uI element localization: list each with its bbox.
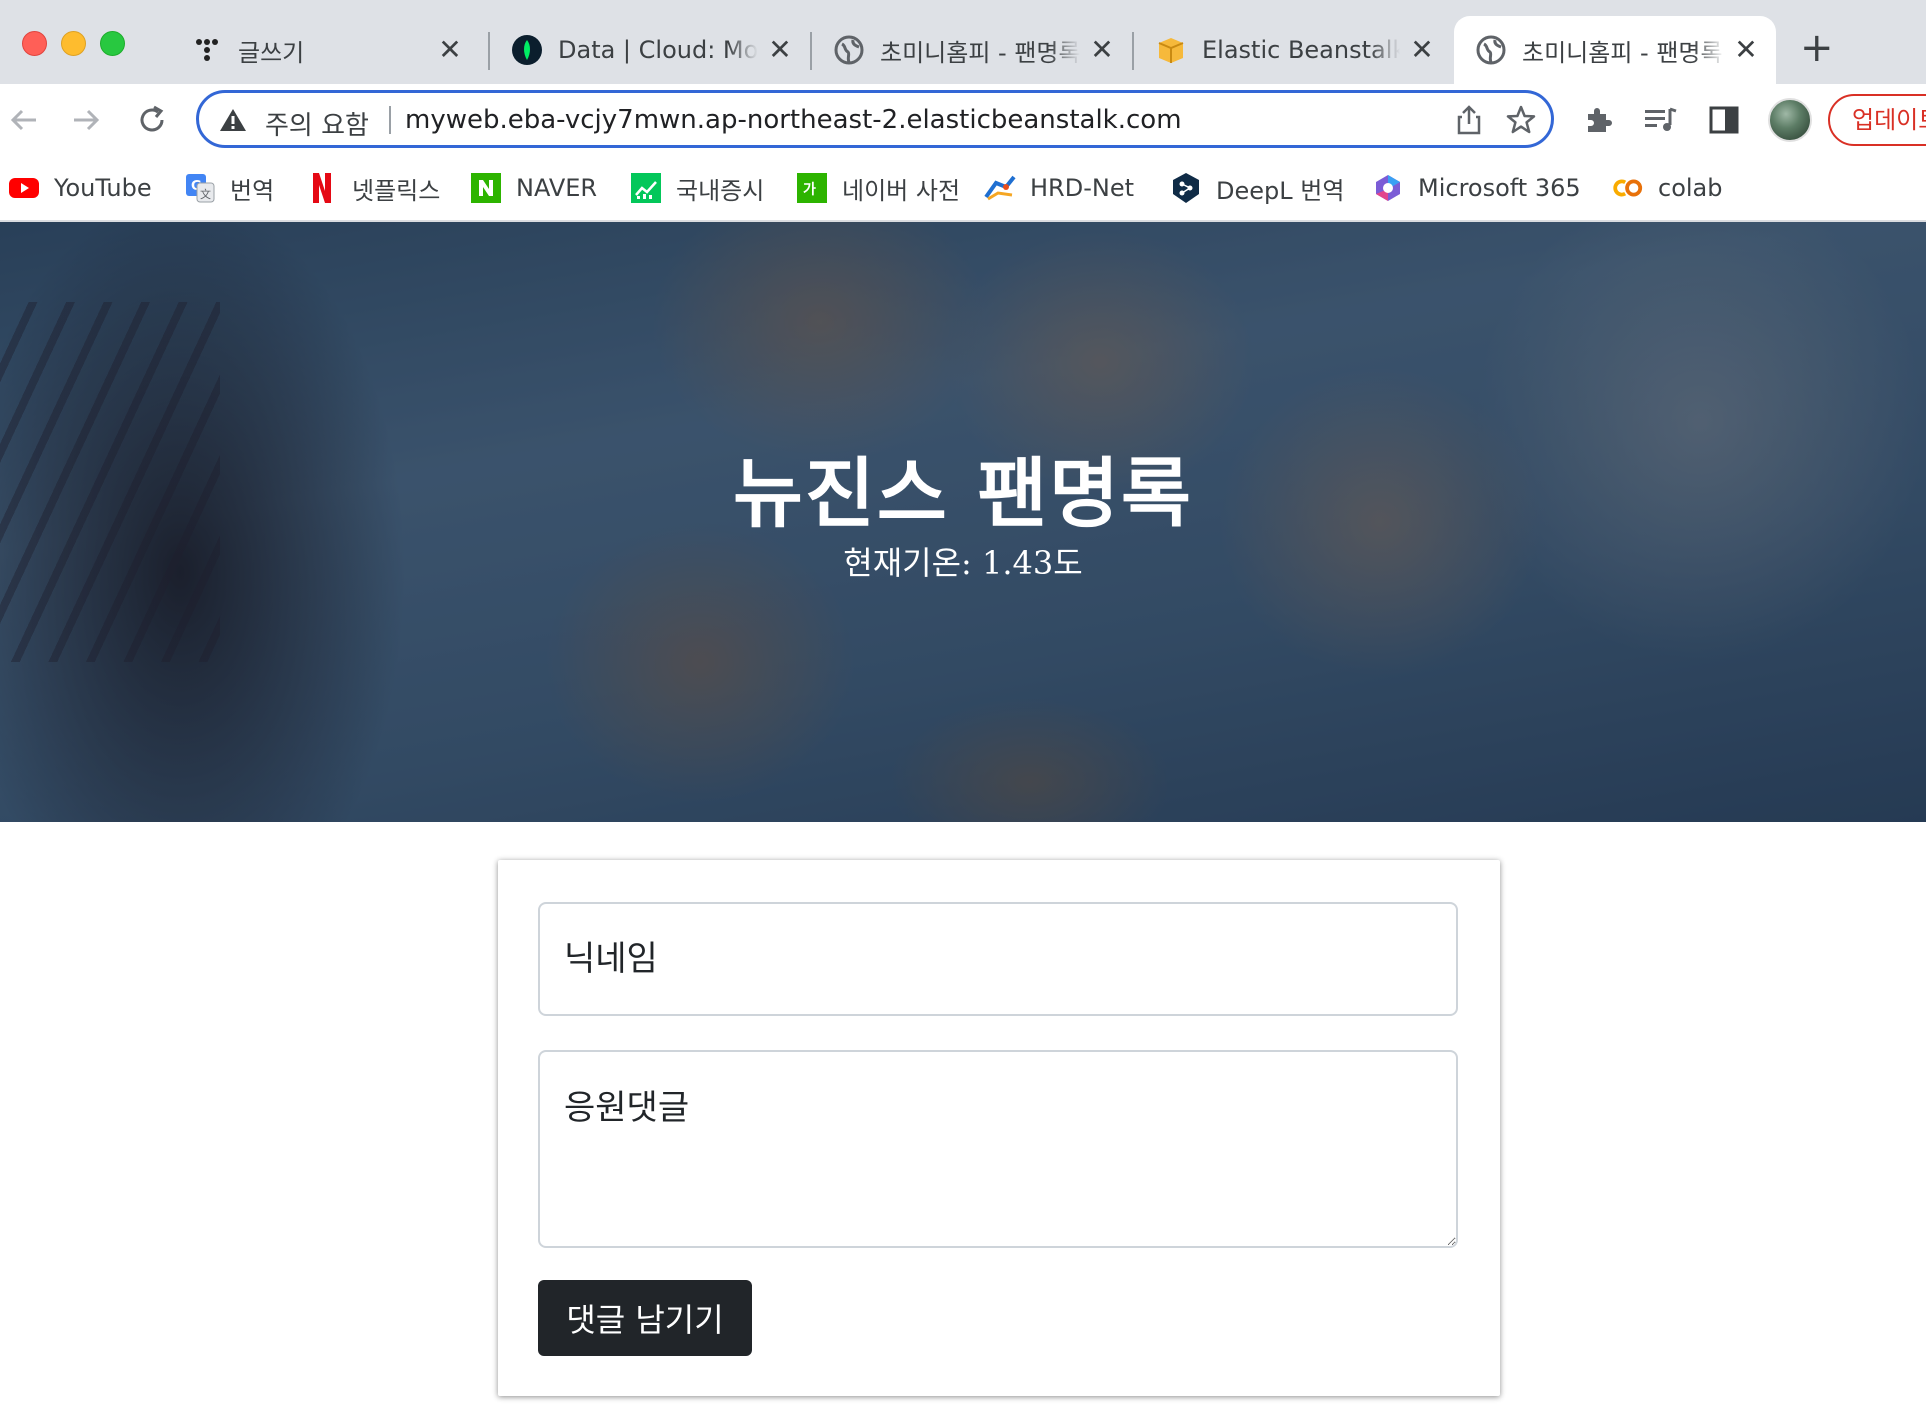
bookmark-hrdnet[interactable]: HRD-Net — [984, 166, 1134, 210]
bookmark-youtube[interactable]: YouTube — [8, 166, 152, 210]
browser-tab-write[interactable]: 글쓰기 ✕ — [170, 16, 480, 84]
share-icon[interactable] — [1453, 104, 1485, 136]
svg-text:가: 가 — [803, 182, 816, 198]
tab-title: 글쓰기 — [238, 38, 305, 67]
colab-icon — [1612, 172, 1644, 204]
tab-close-icon[interactable]: ✕ — [1090, 36, 1114, 64]
deepl-icon — [1170, 172, 1202, 204]
window-minimize-button[interactable] — [61, 31, 86, 56]
dots-icon — [192, 35, 222, 65]
svg-text:文: 文 — [200, 187, 211, 201]
page-title: 뉴진스 팬명록 — [733, 449, 1193, 538]
reload-button[interactable] — [130, 98, 174, 142]
bookmark-label: NAVER — [516, 174, 598, 202]
bookmark-translate[interactable]: G文 번역 — [184, 166, 274, 210]
tab-title: 초미니홈피 - 팬명록 — [1522, 38, 1723, 67]
window-close-button[interactable] — [22, 31, 47, 56]
dictionary-icon: 가 — [796, 172, 828, 204]
bookmark-label: HRD-Net — [1030, 174, 1134, 202]
side-panel-icon[interactable] — [1706, 102, 1742, 138]
browser-tab-strip: 글쓰기 ✕ Data | Cloud: MongoDB Cloud ✕ 초미니홈… — [0, 0, 1926, 84]
bookmark-label: DeepL 번역 — [1216, 176, 1345, 205]
bookmark-label: 번역 — [230, 176, 275, 205]
bookmark-colab[interactable]: colab — [1612, 166, 1723, 210]
window-zoom-button[interactable] — [100, 31, 125, 56]
bookmark-label: YouTube — [54, 174, 152, 202]
netflix-icon — [306, 172, 338, 204]
google-translate-icon: G文 — [184, 172, 216, 204]
browser-tab-minihome-active[interactable]: 초미니홈피 - 팬명록 ✕ — [1454, 16, 1776, 84]
youtube-icon — [8, 172, 40, 204]
address-separator — [389, 106, 391, 134]
hero-banner: 뉴진스 팬명록 현재기온: 1.43도 — [0, 222, 1926, 822]
security-warning-label[interactable]: 주의 요함 — [265, 105, 369, 142]
tab-title: 초미니홈피 - 팬명록 — [880, 38, 1080, 67]
bookmark-microsoft365[interactable]: Microsoft 365 — [1372, 166, 1581, 210]
bookmark-netflix[interactable]: 넷플릭스 — [306, 166, 440, 210]
tab-close-icon[interactable]: ✕ — [1734, 36, 1758, 64]
beanstalk-box-icon — [1156, 35, 1186, 65]
temperature-value: 1.43 — [982, 544, 1054, 582]
tab-close-icon[interactable]: ✕ — [768, 36, 792, 64]
globe-icon — [834, 35, 864, 65]
extensions-puzzle-icon[interactable] — [1580, 102, 1616, 138]
microsoft365-icon — [1372, 172, 1404, 204]
browser-tab-mongodb[interactable]: Data | Cloud: MongoDB Cloud ✕ — [490, 16, 810, 84]
tab-close-icon[interactable]: ✕ — [1410, 36, 1434, 64]
reload-icon — [140, 105, 164, 132]
stock-icon — [630, 172, 662, 204]
bookmark-label: 국내증시 — [676, 176, 765, 205]
tab-title: Elastic Beanstalk — [1202, 36, 1400, 64]
browser-toolbar: 주의 요함 myweb.eba-vcjy7mwn.ap-northeast-2.… — [0, 84, 1926, 156]
address-url[interactable]: myweb.eba-vcjy7mwn.ap-northeast-2.elasti… — [405, 105, 1182, 135]
new-tab-button[interactable]: + — [1800, 28, 1834, 68]
address-bar[interactable]: 주의 요함 myweb.eba-vcjy7mwn.ap-northeast-2.… — [196, 90, 1554, 148]
bookmark-label: 네이버 사전 — [842, 176, 961, 205]
bookmark-label: Microsoft 365 — [1418, 174, 1581, 202]
arrow-left-icon — [10, 109, 36, 131]
comment-textarea[interactable] — [538, 1050, 1458, 1248]
bookmark-label: 넷플릭스 — [352, 176, 441, 205]
warning-triangle-icon[interactable] — [219, 107, 247, 137]
bookmark-naver[interactable]: NAVER — [470, 166, 597, 210]
globe-icon — [1476, 35, 1506, 65]
update-button[interactable]: 업데이트 — [1828, 94, 1926, 146]
bookmarks-bar: YouTube G文 번역 넷플릭스 NAVER 국내증시 가 네이버 사전 H — [0, 156, 1926, 222]
back-button[interactable] — [2, 98, 46, 142]
tab-close-icon[interactable]: ✕ — [438, 36, 462, 64]
submit-comment-button[interactable]: 댓글 남기기 — [538, 1280, 752, 1356]
bookmark-stock[interactable]: 국내증시 — [630, 166, 764, 210]
comment-form-card: 댓글 남기기 — [498, 860, 1500, 1396]
tab-title: Data | Cloud: MongoDB Cloud — [558, 36, 758, 64]
temperature-unit: 도 — [1053, 544, 1083, 582]
arrow-right-icon — [74, 109, 100, 131]
bookmark-star-icon[interactable] — [1505, 104, 1537, 136]
nickname-input[interactable] — [538, 902, 1458, 1016]
profile-avatar[interactable] — [1768, 98, 1812, 142]
media-queue-icon[interactable] — [1642, 102, 1678, 138]
bookmark-deepl[interactable]: DeepL 번역 — [1170, 166, 1344, 210]
temperature-label: 현재기온: — [843, 544, 982, 582]
browser-tab-elastic-beanstalk[interactable]: Elastic Beanstalk ✕ — [1134, 16, 1452, 84]
current-temperature: 현재기온: 1.43도 — [0, 538, 1926, 584]
forward-button[interactable] — [64, 98, 108, 142]
bookmark-label: colab — [1658, 174, 1723, 202]
mongodb-leaf-icon — [512, 35, 542, 65]
bookmark-dictionary[interactable]: 가 네이버 사전 — [796, 166, 960, 210]
hrdnet-icon — [984, 172, 1016, 204]
browser-tab-minihome[interactable]: 초미니홈피 - 팬명록 ✕ — [812, 16, 1132, 84]
naver-icon — [470, 172, 502, 204]
